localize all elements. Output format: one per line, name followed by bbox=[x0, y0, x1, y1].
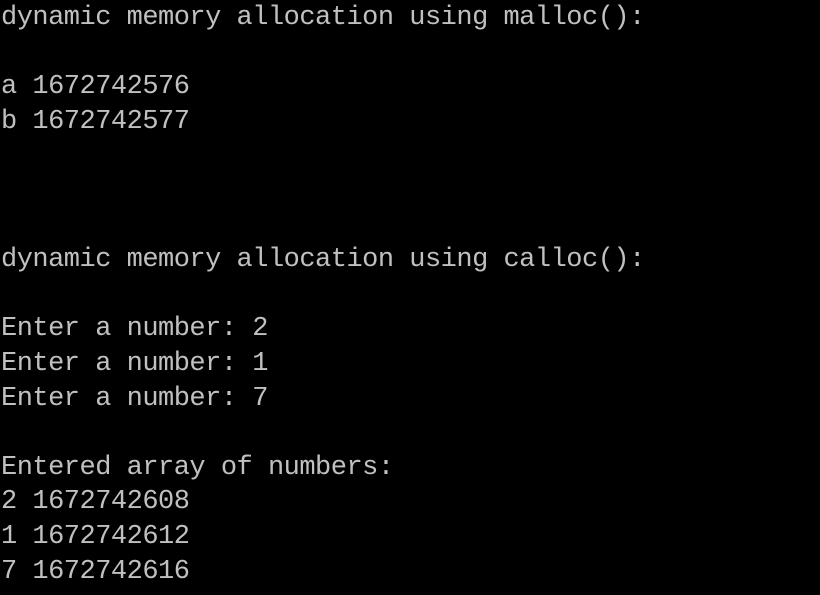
output-line-malloc-heading: dynamic memory allocation using malloc()… bbox=[1, 3, 645, 33]
output-line-malloc-a: a 1672742576 bbox=[1, 72, 190, 103]
output-line-array-heading: Entered array of numbers: bbox=[1, 452, 394, 483]
input-prompt-line-2: Enter a number: 1 bbox=[1, 348, 268, 379]
input-prompt-line-3: Enter a number: 7 bbox=[1, 383, 268, 414]
output-line-array-item-3: 7 1672742616 bbox=[1, 556, 190, 587]
output-line-array-item-1: 2 1672742608 bbox=[1, 487, 190, 518]
input-prompt-line-1: Enter a number: 2 bbox=[1, 314, 268, 345]
output-line-array-item-2: 1 1672742612 bbox=[1, 521, 190, 552]
console-window: dynamic memory allocation using malloc()… bbox=[0, 0, 820, 595]
output-line-calloc-heading: dynamic memory allocation using calloc()… bbox=[1, 245, 645, 276]
output-line-malloc-b: b 1672742577 bbox=[1, 106, 190, 137]
